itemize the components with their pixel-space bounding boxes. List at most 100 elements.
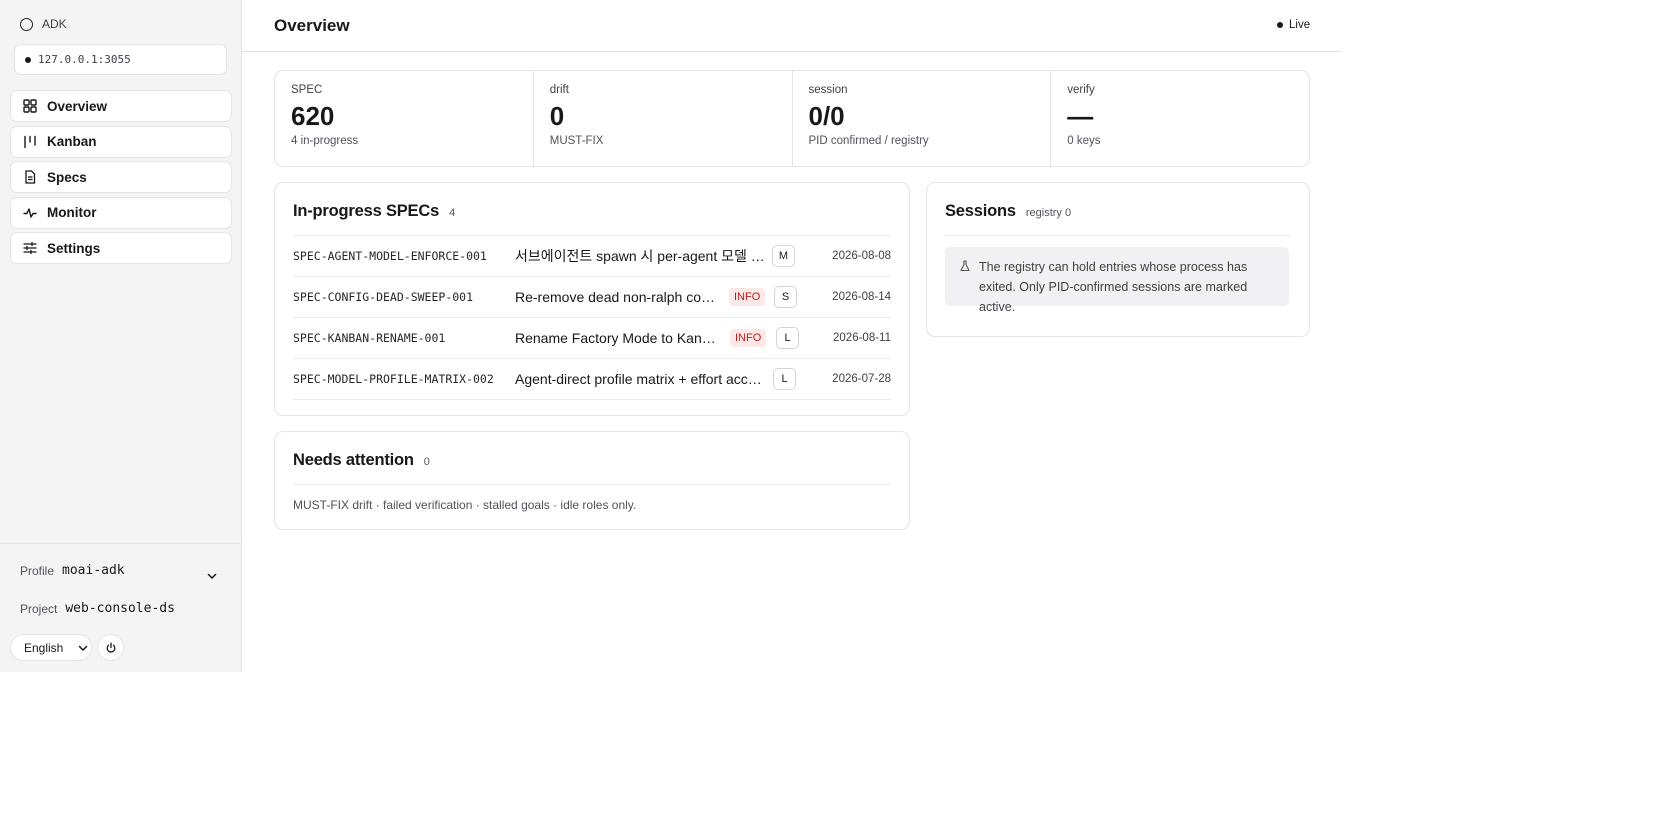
sidebar-item-label: Monitor [47,205,97,220]
needs-attention-card: Needs attention 0 MUST-FIX drift · faile… [274,431,910,530]
chevron-down-icon[interactable] [206,570,218,582]
spec-date: 2026-07-28 [832,373,891,385]
sidebar-item-label: Settings [47,240,101,256]
spec-title: Re-remove dead non-ralph config [515,289,715,305]
sessions-note-text: The registry can hold entries whose proc… [979,260,1248,314]
in-progress-specs-card: In-progress SPECs 4 SPEC-AGENT-MODEL-ENF… [274,182,910,416]
project-value: web-console-ds [65,601,175,616]
card-header: In-progress SPECs 4 [293,202,455,221]
spec-title: Rename Factory Mode to Kanban [515,330,720,346]
stat-label: verify [1067,84,1095,96]
sidebar-item-label: Specs [47,169,87,185]
card-count: registry 0 [1025,207,1072,219]
stat-sub: PID confirmed / registry [808,135,929,147]
spec-id: SPEC-AGENT-MODEL-ENFORCE-001 [293,249,487,263]
stat-sub: 4 in-progress [291,135,359,147]
size-badge: L [773,368,796,390]
connection-dot-icon [25,56,31,63]
spec-id: SPEC-MODEL-PROFILE-MATRIX-002 [293,372,494,386]
spec-date: 2026-08-11 [833,332,891,344]
card-title: Sessions [945,202,1016,220]
stat-value: 0/0 [808,101,845,131]
document-icon [25,170,36,184]
stats-panel: SPEC 620 4 in-progress drift 0 MUST-FIX … [274,70,1310,167]
page-title: Overview [274,16,350,35]
profile-value: moai-adk [62,563,125,578]
stat-value: 0 [549,101,565,131]
sidebar-item-label: Overview [47,98,108,114]
stat-sub: 0 keys [1067,135,1101,147]
spec-id: SPEC-KANBAN-RENAME-001 [293,331,446,345]
card-divider [945,235,1291,236]
stat-verify: verify — 0 keys [1051,71,1309,166]
card-title: Needs attention [293,451,414,469]
sidebar-footer: Profile moai-adk Project web-console-ds … [0,543,241,672]
stat-value: 620 [291,101,335,131]
sliders-icon [23,241,37,255]
language-value: English [24,640,64,655]
card-count: 4 [449,207,456,219]
sidebar-item-settings[interactable]: Settings [10,232,232,264]
live-status: Live [1277,19,1310,31]
table-row[interactable]: SPEC-MODEL-PROFILE-MATRIX-002 Agent-dire… [293,359,891,400]
stat-label: session [808,84,848,96]
table-row[interactable]: SPEC-KANBAN-RENAME-001 Rename Factory Mo… [293,318,891,359]
sidebar-item-monitor[interactable]: Monitor [10,196,232,229]
spec-date: 2026-08-08 [832,250,891,262]
stat-value: — [1067,101,1094,131]
sidebar-item-label: Kanban [47,134,97,149]
stat-drift: drift 0 MUST-FIX [534,71,793,166]
spec-list: SPEC-AGENT-MODEL-ENFORCE-001 서브에이전트 spaw… [293,235,891,400]
live-label: Live [1289,19,1311,31]
server-address: 127.0.0.1:3055 [38,53,131,66]
info-badge: INFO [730,329,767,347]
sidebar-item-overview[interactable]: Overview [10,90,232,122]
size-badge: L [776,327,799,349]
profile-selector[interactable]: Profile moai-adk [20,563,125,578]
profile-label: Profile [20,563,55,578]
table-row[interactable]: SPEC-AGENT-MODEL-ENFORCE-001 서브에이전트 spaw… [293,236,891,277]
card-divider [293,484,891,485]
info-badge: INFO [729,288,766,306]
card-header: Sessions registry 0 [945,202,1071,221]
grid-icon [23,99,37,113]
card-title: In-progress SPECs [293,202,440,220]
stat-label: SPEC [291,84,323,96]
size-badge: M [772,245,795,267]
sessions-note: The registry can hold entries whose proc… [945,247,1289,314]
sidebar-item-specs[interactable]: Specs [10,161,232,193]
brand: ADK [20,17,67,31]
card-count: 0 [423,456,430,468]
table-row[interactable]: SPEC-CONFIG-DEAD-SWEEP-001 Re-remove dea… [293,277,891,318]
sidebar-nav: Overview Kanban Specs Monitor Settings [10,90,232,268]
logo-ring-icon [20,17,33,31]
card-header: Needs attention 0 [293,451,430,470]
kanban-icon [24,135,36,148]
sessions-card: Sessions registry 0 The registry can hol… [926,182,1310,337]
project-info: Project web-console-ds [20,601,175,616]
stat-sub: MUST-FIX [549,135,604,147]
power-icon [106,642,115,653]
chevron-down-icon [79,645,88,651]
sidebar: ADK 127.0.0.1:3055 Overview Kanban Specs… [0,0,242,672]
attention-text: MUST-FIX drift · failed verification · s… [293,498,637,512]
sidebar-item-kanban[interactable]: Kanban [10,125,232,158]
brand-name: ADK [42,17,67,31]
spec-title: Agent-direct profile matrix + effort acc… [515,371,767,387]
server-address-field[interactable]: 127.0.0.1:3055 [14,44,227,75]
app-window: ADK 127.0.0.1:3055 Overview Kanban Specs… [0,0,1342,672]
main-content: Overview Live SPEC 620 4 in-progress dri… [242,0,1342,672]
spec-title: 서브에이전트 spawn 시 per-agent 모델 강제 [515,248,767,264]
live-dot-icon [1277,22,1283,28]
power-button[interactable] [97,634,124,661]
language-select[interactable]: English [10,634,92,661]
stat-label: drift [549,84,569,96]
stat-spec: SPEC 620 4 in-progress [275,71,534,166]
project-label: Project [20,601,58,616]
pulse-icon [23,207,37,218]
stat-session: session 0/0 PID confirmed / registry [793,71,1052,166]
flask-icon [960,260,970,272]
size-badge: S [774,286,797,308]
spec-id: SPEC-CONFIG-DEAD-SWEEP-001 [293,290,474,304]
top-bar: Overview Live [242,0,1342,52]
